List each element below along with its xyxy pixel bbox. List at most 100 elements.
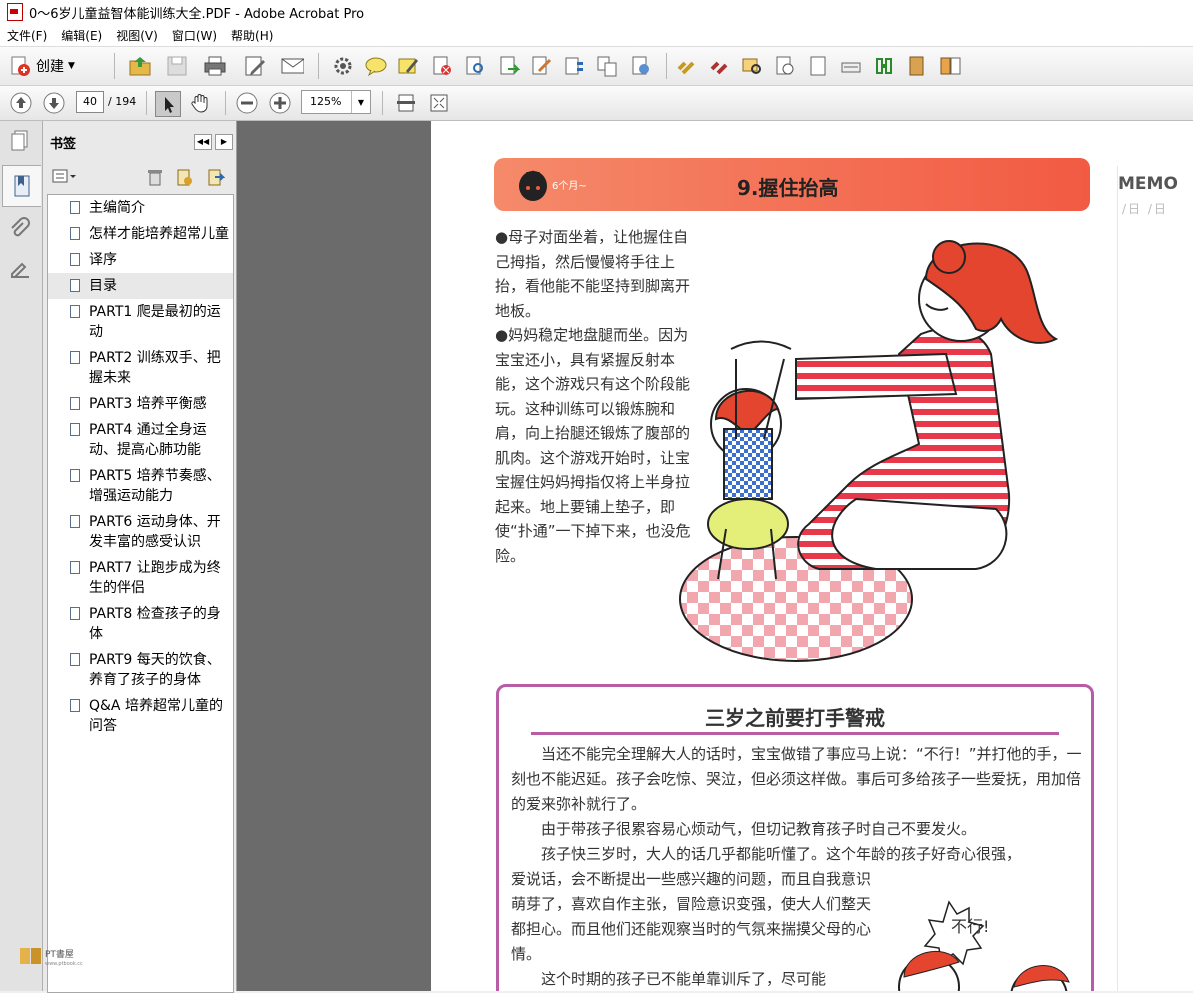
panel-options-button[interactable]: ▶ bbox=[215, 134, 233, 150]
tip-paragraph-1: 当还不能完全理解大人的话时，宝宝做错了事应马上说：“不行！”并打他的手，一刻也不… bbox=[511, 745, 1082, 813]
email-button[interactable] bbox=[280, 54, 304, 78]
action-button[interactable] bbox=[872, 54, 896, 78]
document-export-icon bbox=[500, 56, 520, 75]
settings-button[interactable] bbox=[331, 54, 355, 78]
bookmark-label: 目录 bbox=[89, 278, 117, 294]
comment-button[interactable] bbox=[364, 54, 388, 78]
select-tool-button[interactable] bbox=[155, 91, 181, 117]
save-button[interactable] bbox=[165, 54, 189, 78]
sign-button[interactable] bbox=[529, 54, 553, 78]
menu-window[interactable]: 窗口(W) bbox=[165, 27, 224, 44]
book-button[interactable] bbox=[904, 54, 928, 78]
new-bookmark-button[interactable] bbox=[172, 165, 196, 189]
menu-view[interactable]: 视图(V) bbox=[109, 27, 165, 44]
bookmark-page-icon bbox=[70, 699, 80, 712]
zoom-out-button[interactable] bbox=[235, 91, 259, 115]
info-button[interactable] bbox=[773, 54, 797, 78]
form-button[interactable] bbox=[562, 54, 586, 78]
bookmark-item[interactable]: PART3 培养平衡感 bbox=[48, 391, 233, 417]
bookmark-label: PART9 每天的饮食、养育了孩子的身体 bbox=[89, 652, 221, 688]
secure-button[interactable] bbox=[630, 54, 654, 78]
bookmark-item[interactable]: PART6 运动身体、开发丰富的感受认识 bbox=[48, 509, 233, 555]
previous-page-button[interactable] bbox=[9, 91, 33, 115]
bookmark-item[interactable]: PART4 通过全身运动、提高心肺功能 bbox=[48, 417, 233, 463]
page-thumbnails-button[interactable] bbox=[8, 129, 32, 153]
edit-button[interactable] bbox=[243, 54, 267, 78]
link-button[interactable] bbox=[674, 54, 698, 78]
divider bbox=[382, 91, 383, 115]
bookmark-item[interactable]: PART2 训练双手、把握未来 bbox=[48, 345, 233, 391]
expand-bookmark-button[interactable] bbox=[203, 165, 227, 189]
delete-pdf-button[interactable] bbox=[430, 54, 454, 78]
hand-tool-button[interactable] bbox=[188, 91, 212, 115]
signatures-button[interactable] bbox=[8, 259, 32, 283]
unlink-button[interactable] bbox=[707, 54, 731, 78]
bookmark-icon bbox=[14, 175, 30, 197]
bookmark-item[interactable]: Q&A 培养超常儿童的问答 bbox=[48, 693, 233, 739]
highlight-button[interactable] bbox=[396, 54, 420, 78]
bookmark-expand-icon bbox=[208, 169, 225, 186]
bookmark-label: 译序 bbox=[89, 252, 117, 268]
collapse-panel-button[interactable]: ◀◀ bbox=[194, 134, 212, 150]
bookmark-options-button[interactable] bbox=[49, 165, 79, 189]
document-background bbox=[237, 121, 431, 991]
attachments-button[interactable] bbox=[8, 217, 32, 241]
menu-file[interactable]: 文件(F) bbox=[0, 27, 54, 44]
bookmark-item[interactable]: PART5 培养节奏感、增强运动能力 bbox=[48, 463, 233, 509]
bookmark-item[interactable]: PART9 每天的饮食、养育了孩子的身体 bbox=[48, 647, 233, 693]
compare-button[interactable] bbox=[938, 54, 962, 78]
bookmark-label: Q&A 培养超常儿童的问答 bbox=[89, 698, 223, 734]
menu-edit[interactable]: 编辑(E) bbox=[54, 27, 109, 44]
save-icon bbox=[167, 56, 187, 76]
combine-button[interactable] bbox=[595, 54, 619, 78]
envelope-icon bbox=[281, 58, 304, 74]
tip-paragraph-2: 由于带孩子很累容易心烦动气，但切记教育孩子时自己不要发火。 bbox=[541, 820, 977, 838]
memo-date: /日 /日 bbox=[1122, 202, 1168, 216]
bookmark-label: 怎样才能培养超常儿童 bbox=[89, 226, 229, 242]
print-button[interactable] bbox=[203, 54, 227, 78]
export-button[interactable] bbox=[497, 54, 521, 78]
bookmark-item[interactable]: PART8 检查孩子的身体 bbox=[48, 601, 233, 647]
open-button[interactable] bbox=[128, 54, 152, 78]
divider bbox=[318, 53, 319, 79]
bookmark-page-icon bbox=[70, 653, 80, 666]
full-screen-button[interactable] bbox=[427, 91, 451, 115]
running-header bbox=[791, 121, 1121, 131]
bookmark-page-icon bbox=[70, 227, 80, 240]
document-search-icon bbox=[466, 56, 483, 75]
section-banner: 6个月~ 9.握住抬高 bbox=[494, 158, 1090, 211]
zoom-select[interactable]: 125% ▼ bbox=[301, 90, 371, 114]
bookmark-item[interactable]: 主编简介 bbox=[48, 195, 233, 221]
tip-box: 三岁之前要打手警戒 当还不能完全理解大人的话时，宝宝做错了事应马上说：“不行！”… bbox=[496, 684, 1094, 991]
bookmark-item[interactable]: 目录 bbox=[48, 273, 233, 299]
bookmark-label: PART8 检查孩子的身体 bbox=[89, 606, 221, 642]
next-page-button[interactable] bbox=[42, 91, 66, 115]
zoom-in-button[interactable] bbox=[268, 91, 292, 115]
menu-help[interactable]: 帮助(H) bbox=[224, 27, 280, 44]
action-wizard-icon bbox=[876, 58, 892, 74]
bookmark-label: PART3 培养平衡感 bbox=[89, 396, 207, 412]
blank-page-button[interactable] bbox=[806, 54, 830, 78]
scan-button[interactable] bbox=[839, 54, 863, 78]
review-button[interactable] bbox=[740, 54, 764, 78]
double-chevron-left-icon: ◀◀ bbox=[196, 137, 210, 146]
bookmark-list: 主编简介怎样才能培养超常儿童 译序目录 PART1 爬是最初的运动 PART2 训练双… bbox=[47, 194, 234, 993]
pt-bookstore-logo: PT書屋 www.ptbook.cc bbox=[18, 944, 88, 968]
body-paragraph-2: ●妈妈稳定地盘腿而坐。因为宝宝还小，具有紧握反射本能，这个游戏只有这个阶段能玩。… bbox=[495, 326, 691, 565]
gear-icon bbox=[334, 57, 352, 75]
menu-bar: 文件(F) 编辑(E) 视图(V) 窗口(W) 帮助(H) bbox=[0, 24, 1193, 47]
fit-page-button[interactable] bbox=[394, 91, 418, 115]
create-button[interactable]: 创建 ▼ bbox=[8, 53, 75, 79]
link-icon bbox=[677, 61, 695, 75]
bookmark-item[interactable]: PART1 爬是最初的运动 bbox=[48, 299, 233, 345]
chevron-down-icon[interactable]: ▼ bbox=[351, 91, 370, 113]
bookmark-item[interactable]: PART7 让跑步成为终生的伴侣 bbox=[48, 555, 233, 601]
bookmark-item[interactable]: 译序 bbox=[48, 247, 233, 273]
panel-title: 书签 bbox=[50, 137, 77, 152]
bookmark-item[interactable]: 怎样才能培养超常儿童 bbox=[48, 221, 233, 247]
bookmarks-tab[interactable] bbox=[2, 165, 41, 207]
search-doc-button[interactable] bbox=[463, 54, 487, 78]
delete-bookmark-button[interactable] bbox=[143, 165, 167, 189]
baby-head-icon bbox=[519, 170, 547, 201]
page-number-input[interactable]: 40 bbox=[76, 91, 104, 113]
